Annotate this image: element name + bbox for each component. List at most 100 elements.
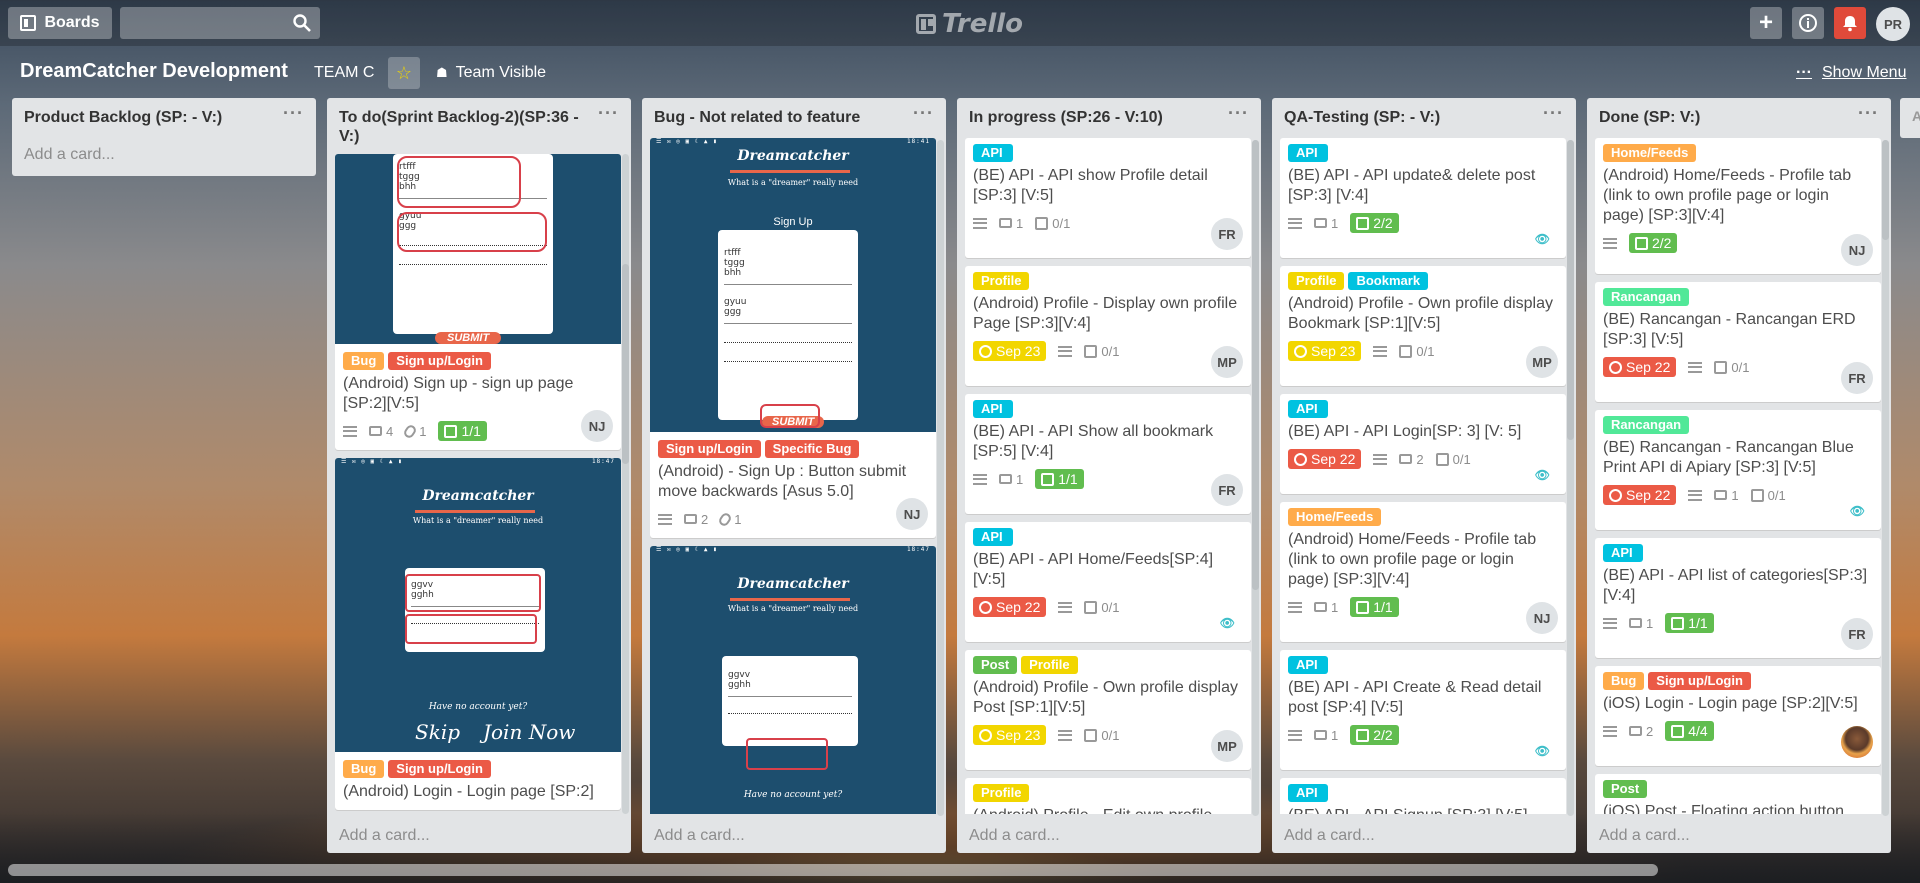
watch-icon: 👁 (1534, 744, 1550, 758)
list-menu-icon[interactable]: ··· (1543, 104, 1564, 123)
board-horizontal-scrollbar[interactable] (8, 864, 1658, 876)
list-in-progress: In progress (SP:26 - V:10) ··· API (BE) A… (957, 98, 1261, 853)
card[interactable]: ☰ ✉ ◎ ▣ ☾ ▲ ▮ 18:47 Dreamcatcher What is … (335, 458, 621, 810)
label-api: API (1288, 784, 1328, 802)
search-icon[interactable] (292, 13, 312, 33)
description-badge (1373, 345, 1388, 357)
member-avatar[interactable]: NJ (896, 498, 928, 530)
list-header[interactable]: Done (SP: V:) ··· (1587, 98, 1891, 138)
label-api: API (1288, 400, 1328, 418)
list-header[interactable]: To do(Sprint Backlog-2)(SP:36 - V:) ··· (327, 98, 631, 146)
form-line: gghh (728, 680, 751, 690)
show-menu-button[interactable]: ··· Show Menu (1796, 64, 1906, 82)
form-line: ggg (724, 307, 742, 317)
add-card-button[interactable]: Add a card... (1284, 827, 1375, 845)
card-badges: 1 2/2 (1288, 724, 1558, 746)
list-menu-icon[interactable]: ··· (1858, 104, 1879, 123)
description-icon (658, 513, 672, 525)
card[interactable]: API (BE) API - API Home/Feeds[SP:4] [V:5… (965, 522, 1251, 642)
list-scrollbar[interactable] (622, 154, 629, 814)
card[interactable]: API (BE) API - API Create & Read detail … (1280, 650, 1566, 770)
comment-icon (369, 426, 382, 436)
add-card-button[interactable]: Add a card... (969, 827, 1060, 845)
team-name[interactable]: TEAM C (314, 64, 374, 82)
list-menu-icon[interactable]: ··· (283, 104, 304, 123)
add-card-button[interactable]: Add a card... (654, 827, 745, 845)
list-header[interactable]: Product Backlog (SP: - V:) ··· (12, 98, 316, 138)
card[interactable]: rtfff tggg bhh gyuu ggg SUBMIT Bug Sign … (335, 154, 621, 450)
member-avatar[interactable]: MP (1526, 346, 1558, 378)
card[interactable]: API (BE) API - API Signup [SP:3] [V:5] (1280, 778, 1566, 814)
list-header[interactable]: Bug - Not related to feature ··· (642, 98, 946, 138)
description-badge (973, 217, 987, 229)
phone-status-bar: ☰ ✉ ◎ ▣ ☾ ▲ ▮ 18:47 (341, 458, 615, 465)
star-board-button[interactable]: ☆ (388, 57, 420, 89)
list-header[interactable]: In progress (SP:26 - V:10) ··· (957, 98, 1261, 138)
boards-button[interactable]: Boards (8, 7, 112, 39)
visibility-button[interactable]: ☗ Team Visible (436, 64, 546, 82)
label-api: API (973, 528, 1013, 546)
member-avatar[interactable]: FR (1211, 474, 1243, 506)
list-scrollbar[interactable] (1252, 140, 1259, 816)
checklist-badge: 0/1 (1035, 216, 1070, 231)
card-badges: Sep 22 2 0/1 (1288, 448, 1558, 470)
card[interactable]: Profile Bookmark (Android) Profile - Own… (1280, 266, 1566, 386)
user-avatar[interactable]: PR (1876, 7, 1910, 41)
card[interactable]: Rancangan (BE) Rancangan - Rancangan Blu… (1595, 410, 1881, 530)
card[interactable]: Post (iOS) Post - Floating action button (1595, 774, 1881, 814)
card-title: (Android) Login - Login page [SP:2] (343, 783, 594, 800)
add-button[interactable]: + (1750, 7, 1782, 39)
member-avatar[interactable]: NJ (1526, 602, 1558, 634)
card[interactable]: API (BE) API - API list of categories[SP… (1595, 538, 1881, 658)
description-badge (1288, 729, 1302, 741)
card[interactable]: ☰ ✉ ◎ ▣ ☾ ▲ ▮ 18:47 Dreamcatcher What is … (650, 546, 936, 814)
card[interactable]: ☰ ✉ ◎ ▣ ☾ ▲ ▮ 18:41 Dreamcatcher What is … (650, 138, 936, 538)
list-menu-icon[interactable]: ··· (913, 104, 934, 123)
card[interactable]: API (BE) API - API Show all bookmark [SP… (965, 394, 1251, 514)
list-menu-icon[interactable]: ··· (1228, 104, 1249, 123)
card[interactable]: Post Profile (Android) Profile - Own pro… (965, 650, 1251, 770)
member-avatar[interactable]: FR (1211, 218, 1243, 250)
board-title[interactable]: DreamCatcher Development (20, 60, 288, 83)
boards-icon (20, 15, 37, 31)
card[interactable]: API (BE) API - API update& delete post [… (1280, 138, 1566, 258)
list-menu-icon[interactable]: ··· (598, 104, 619, 123)
add-card-button[interactable]: Add a card... (24, 146, 115, 164)
card-title: (BE) API - API update& delete post [SP:3… (1288, 167, 1536, 204)
card-title: (BE) API - API Create & Read detail post… (1288, 679, 1542, 716)
comment-icon (999, 218, 1012, 228)
member-avatar[interactable]: MP (1211, 730, 1243, 762)
member-avatar-photo[interactable] (1841, 726, 1873, 758)
card[interactable]: Profile (Android) Profile - Display own … (965, 266, 1251, 386)
partial-list[interactable]: A (1900, 98, 1920, 138)
member-avatar[interactable]: MP (1211, 346, 1243, 378)
trello-logo[interactable]: Trello (916, 9, 1023, 39)
list-scrollbar[interactable] (937, 140, 944, 816)
card[interactable]: API (BE) API - API show Profile detail [… (965, 138, 1251, 258)
list-scrollbar[interactable] (1567, 140, 1574, 816)
checklist-icon (1356, 728, 1370, 742)
list-scrollbar[interactable] (1882, 140, 1889, 816)
clock-icon (979, 344, 992, 358)
card[interactable]: API (BE) API - API Login[SP: 3] [V: 5] S… (1280, 394, 1566, 494)
member-avatar[interactable]: NJ (581, 410, 613, 442)
card[interactable]: Home/Feeds (Android) Home/Feeds - Profil… (1595, 138, 1881, 274)
notifications-button[interactable] (1834, 7, 1866, 39)
comments-count: 1 (1016, 215, 1024, 231)
add-card-button[interactable]: Add a card... (339, 827, 430, 845)
add-card-button[interactable]: Add a card... (1599, 827, 1690, 845)
info-button[interactable] (1792, 7, 1824, 39)
search-input[interactable] (120, 7, 320, 39)
card[interactable]: Profile (Android) Profile - Edit own pro… (965, 778, 1251, 814)
checklist-badge: 1/1 (1665, 613, 1714, 633)
member-avatar[interactable]: FR (1841, 362, 1873, 394)
comments-badge: 2 (684, 512, 708, 527)
card[interactable]: Bug Sign up/Login (iOS) Login - Login pa… (1595, 666, 1881, 766)
card[interactable]: Home/Feeds (Android) Home/Feeds - Profil… (1280, 502, 1566, 642)
checklist-icon (1435, 452, 1449, 466)
list-header[interactable]: QA-Testing (SP: - V:) ··· (1272, 98, 1576, 138)
member-avatar[interactable]: NJ (1841, 234, 1873, 266)
card[interactable]: Rancangan (BE) Rancangan - Rancangan ERD… (1595, 282, 1881, 402)
member-avatar[interactable]: FR (1841, 618, 1873, 650)
label-api: API (1288, 144, 1328, 162)
